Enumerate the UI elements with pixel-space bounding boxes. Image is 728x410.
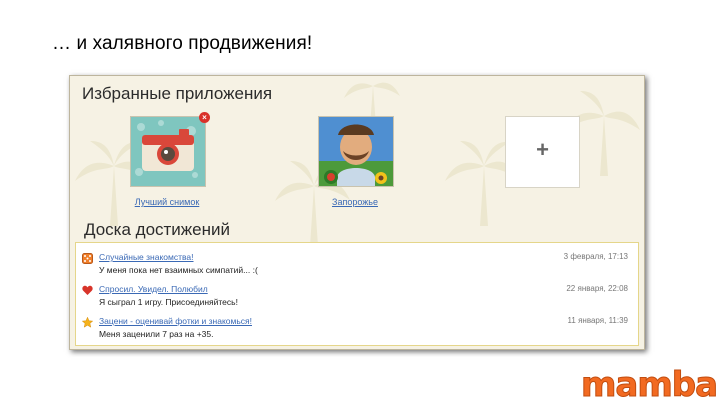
- achievement-link[interactable]: Зацени - оценивай фотки и знакомься!: [99, 316, 252, 326]
- app-caption-zaporozhye[interactable]: Запорожье: [285, 197, 425, 207]
- camera-icon: [131, 117, 205, 186]
- achievement-date: 11 января, 11:39: [567, 316, 628, 325]
- achievement-text: У меня пока нет взаимных симпатий... :(: [99, 265, 258, 275]
- achievement-row: Случайные знакомства! 3 февраля, 17:13 У…: [82, 251, 630, 281]
- achievement-date: 3 февраля, 17:13: [563, 252, 628, 261]
- app-tile-zaporozhye[interactable]: [318, 116, 394, 187]
- app-tile-best-shot[interactable]: [130, 116, 206, 187]
- achievements-title: Доска достижений: [84, 220, 231, 239]
- achievement-row: Спросил. Увидел. Полюбил 22 января, 22:0…: [82, 283, 630, 313]
- mamba-logo: mamba: [580, 365, 718, 403]
- achievement-row: Зацени - оценивай фотки и знакомься! 11 …: [82, 315, 630, 345]
- achievement-link[interactable]: Спросил. Увидел. Полюбил: [99, 284, 208, 294]
- favorites-title: Избранные приложения: [82, 84, 273, 103]
- achievement-text: Меня заценили 7 раз на +35.: [99, 329, 214, 339]
- achievement-link[interactable]: Случайные знакомства!: [99, 252, 194, 262]
- remove-app-button[interactable]: ×: [199, 112, 210, 123]
- add-app-button[interactable]: +: [505, 116, 580, 188]
- slide-title: … и халявного продвижения!: [52, 33, 313, 54]
- achievement-date: 22 января, 22:08: [566, 284, 628, 293]
- heart-icon: [82, 285, 93, 295]
- embedded-screenshot: Избранные приложения × Лучший снимок Зап…: [69, 75, 645, 350]
- achievements-board: Случайные знакомства! 3 февраля, 17:13 У…: [75, 242, 639, 346]
- achievement-text: Я сыграл 1 игру. Присоединяйтесь!: [99, 297, 238, 307]
- app-caption-best-shot[interactable]: Лучший снимок: [97, 197, 237, 207]
- star-icon: [82, 317, 93, 328]
- logo-text: mamba: [581, 365, 717, 403]
- farmer-game-icon: [319, 117, 393, 186]
- dice-icon: [82, 253, 93, 264]
